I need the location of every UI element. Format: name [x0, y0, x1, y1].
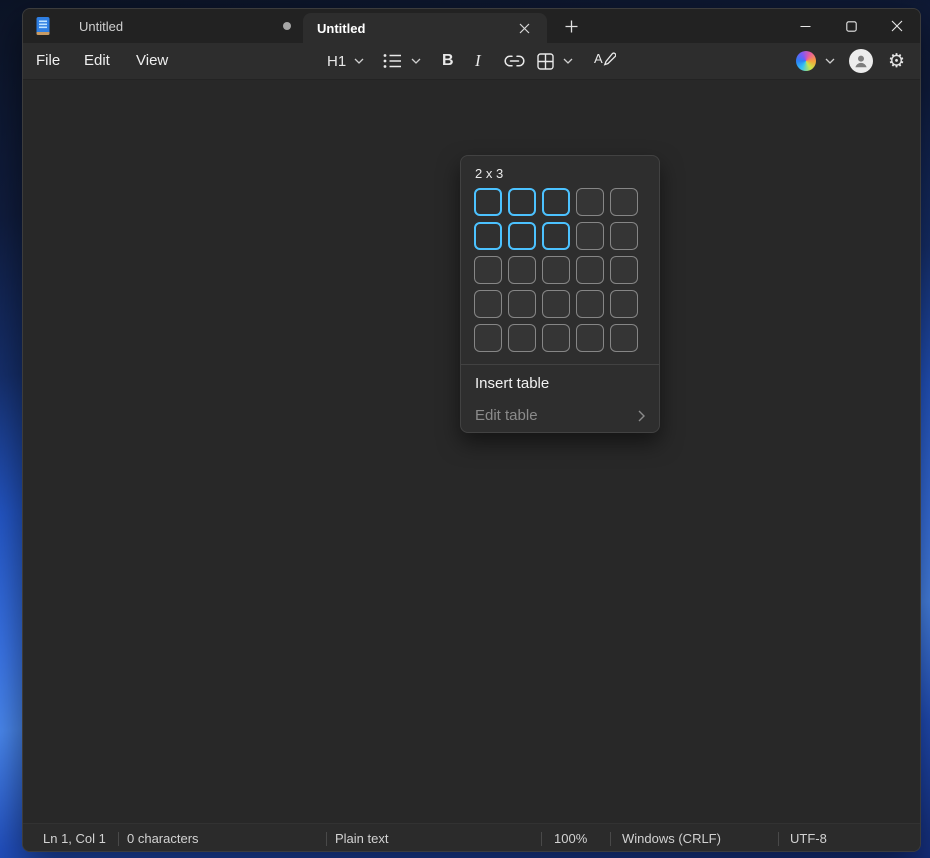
table-size-cell[interactable] [508, 188, 536, 216]
tab-untitled-2-active[interactable]: Untitled [303, 13, 547, 43]
maximize-button[interactable] [828, 9, 874, 43]
tab-untitled-1[interactable]: Untitled [59, 9, 303, 43]
copilot-dropdown[interactable] [796, 43, 835, 79]
menu-edit[interactable]: Edit [84, 43, 110, 79]
tab-label: Untitled [79, 19, 123, 34]
table-size-cell[interactable] [542, 324, 570, 352]
table-size-cell[interactable] [474, 256, 502, 284]
bold-button[interactable]: B [442, 43, 454, 79]
status-line-ending[interactable]: Windows (CRLF) [622, 824, 721, 852]
status-divider [778, 832, 779, 846]
table-size-cell[interactable] [474, 324, 502, 352]
status-document-type: Plain text [335, 824, 388, 852]
tab-label: Untitled [317, 21, 365, 36]
statusbar: Ln 1, Col 1 0 characters Plain text 100%… [23, 823, 920, 852]
table-size-cell[interactable] [610, 324, 638, 352]
list-dropdown[interactable] [383, 43, 421, 79]
status-divider [118, 832, 119, 846]
new-tab-button[interactable] [557, 12, 585, 40]
menu-view[interactable]: View [136, 43, 168, 79]
table-size-cell[interactable] [542, 188, 570, 216]
tab-close-icon[interactable] [513, 17, 535, 39]
table-size-cell[interactable] [474, 188, 502, 216]
edit-table-label: Edit table [475, 407, 538, 424]
copilot-icon [796, 51, 816, 71]
settings-button[interactable]: ⚙ [888, 43, 905, 79]
table-size-cell[interactable] [576, 188, 604, 216]
table-size-cell[interactable] [508, 256, 536, 284]
heading-label: H1 [327, 53, 346, 70]
toolbar: File Edit View H1 B I [23, 43, 920, 80]
chevron-down-icon [825, 58, 835, 64]
chevron-down-icon [411, 58, 421, 64]
status-cursor-position: Ln 1, Col 1 [43, 824, 106, 852]
status-zoom-level[interactable]: 100% [554, 824, 587, 852]
table-size-cell[interactable] [610, 222, 638, 250]
table-size-cell[interactable] [610, 256, 638, 284]
status-character-count: 0 characters [127, 824, 199, 852]
bulleted-list-icon [383, 53, 402, 69]
table-size-cell[interactable] [542, 290, 570, 318]
gear-icon: ⚙ [888, 52, 905, 71]
italic-icon: I [475, 51, 481, 71]
account-button[interactable] [849, 43, 873, 79]
insert-table-item[interactable]: Insert table [461, 368, 659, 399]
table-size-cell[interactable] [542, 256, 570, 284]
titlebar: Untitled Untitled [23, 9, 920, 43]
dropdown-divider [461, 364, 659, 365]
status-divider [541, 832, 542, 846]
italic-button[interactable]: I [475, 43, 481, 79]
table-size-cell[interactable] [610, 290, 638, 318]
text-editor-area[interactable]: 2 x 3 Insert table Edit table [23, 80, 920, 823]
chevron-down-icon [563, 58, 573, 64]
table-size-cell[interactable] [576, 222, 604, 250]
table-size-label: 2 x 3 [475, 166, 503, 181]
unsaved-dot-icon [283, 22, 291, 30]
table-dropdown-button[interactable] [537, 43, 573, 79]
table-icon [537, 53, 554, 70]
link-button[interactable] [504, 43, 525, 79]
chevron-right-icon [638, 410, 645, 422]
table-size-cell[interactable] [474, 222, 502, 250]
window-controls [782, 9, 920, 43]
table-size-cell[interactable] [576, 324, 604, 352]
table-size-cell[interactable] [542, 222, 570, 250]
status-encoding[interactable]: UTF-8 [790, 824, 827, 852]
table-size-cell[interactable] [508, 324, 536, 352]
notepad-app-icon [33, 16, 53, 36]
link-icon [504, 55, 525, 67]
status-divider [326, 832, 327, 846]
insert-table-label: Insert table [475, 375, 549, 392]
table-size-cell[interactable] [576, 256, 604, 284]
chevron-down-icon [354, 58, 364, 64]
table-size-cell[interactable] [576, 290, 604, 318]
rewrite-icon: A [594, 50, 618, 72]
minimize-button[interactable] [782, 9, 828, 43]
heading-dropdown[interactable]: H1 [327, 43, 364, 79]
close-button[interactable] [874, 9, 920, 43]
table-size-cell[interactable] [508, 222, 536, 250]
bold-icon: B [442, 52, 454, 70]
menu-file[interactable]: File [36, 43, 60, 79]
table-size-cell[interactable] [610, 188, 638, 216]
table-size-cell[interactable] [508, 290, 536, 318]
edit-table-item: Edit table [461, 400, 659, 431]
table-size-cell[interactable] [474, 290, 502, 318]
notepad-window: Untitled Untitled File [22, 8, 921, 852]
rewrite-button[interactable]: A [594, 43, 618, 79]
table-size-grid [474, 188, 644, 352]
status-divider [610, 832, 611, 846]
user-avatar-icon [849, 49, 873, 73]
table-picker-dropdown: 2 x 3 Insert table Edit table [460, 155, 660, 433]
